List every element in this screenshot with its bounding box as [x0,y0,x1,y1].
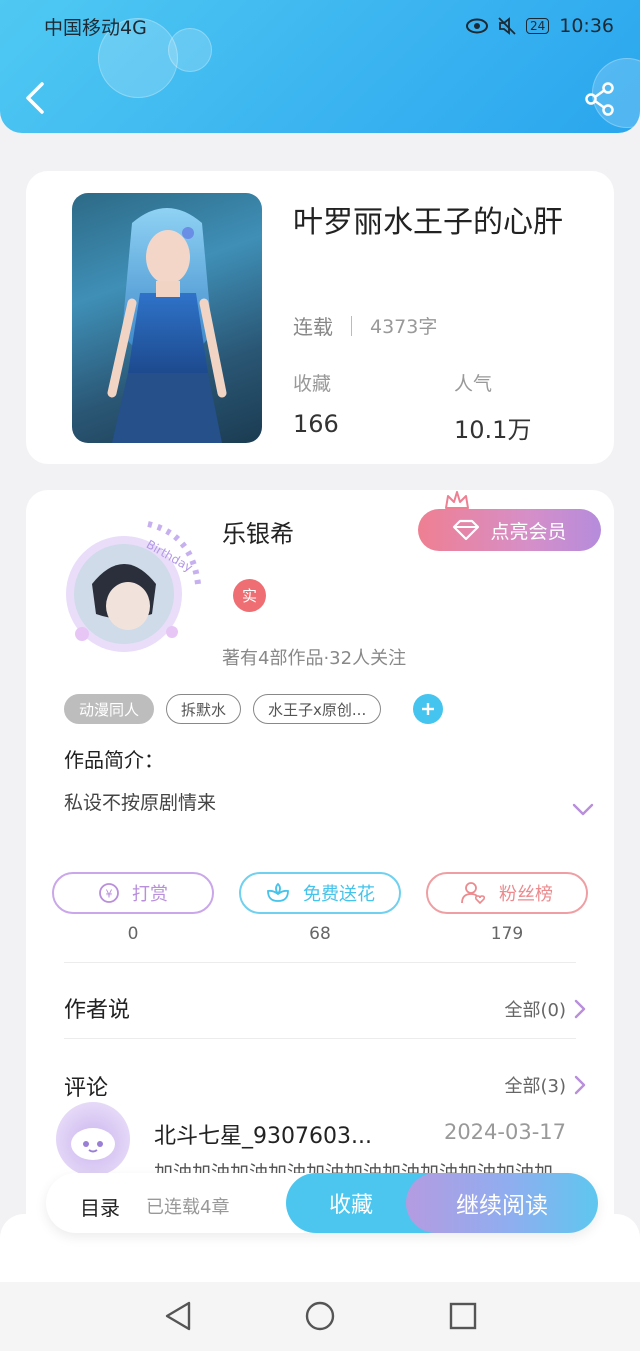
word-count: 4373字 [370,316,438,338]
book-cover[interactable] [72,193,262,443]
tag-item[interactable]: 动漫同人 [64,694,155,724]
nav-back-icon[interactable] [164,1300,192,1332]
nav-home-icon[interactable] [305,1300,335,1332]
author-avatar[interactable]: Birthday [52,514,202,664]
chevron-down-icon [572,803,594,816]
share-button[interactable] [584,82,616,116]
cartoon-avatar-icon [71,1128,115,1160]
comment-avatar[interactable] [56,1102,130,1176]
book-info-card: 叶罗丽水王子的心肝 连载 4373字 收藏 166 人气 10.1万 [26,171,614,464]
expand-intro-button[interactable] [572,802,594,821]
comments-all-label: 全部(3) [504,1076,567,1097]
comment-username[interactable]: 北斗七星_9307603... [154,1118,372,1150]
plus-icon [422,703,435,715]
tip-action: ¥ 打赏 0 [52,872,214,944]
nav-recents-icon[interactable] [449,1300,477,1332]
fans-count: 179 [490,924,524,944]
share-icon [585,82,614,116]
status-bar: 中国移动4G 24 10:36 [44,12,614,40]
popularity-label: 人气 [454,373,493,395]
back-button[interactable] [22,80,50,116]
popularity-stat: 人气 10.1万 [454,369,531,445]
tip-button[interactable]: ¥ 打赏 [52,872,214,914]
comments-title: 评论 [64,1076,109,1101]
mute-icon [498,17,516,35]
divider [64,1038,576,1039]
comments-all-link[interactable]: 全部(3) [505,1072,587,1098]
comment-date: 2024-03-17 [443,1120,566,1144]
verified-badge: 实 [233,579,266,612]
flower-action: 免费送花 68 [239,872,401,944]
crown-icon [445,491,469,509]
book-meta: 连载 4373字 [293,311,437,340]
book-status: 连载 [293,315,333,339]
free-flower-label: 免费送花 [303,884,375,905]
free-flower-button[interactable]: 免费送花 [239,872,401,914]
tag-item[interactable]: 拆默水 [166,694,242,724]
user-heart-icon [461,882,486,905]
toc-button[interactable]: 目录 [80,1192,120,1221]
author-stats: 著有4部作品·32人关注 [222,648,407,669]
svg-text:¥: ¥ [106,888,113,901]
chevron-left-icon [26,82,44,114]
carrier-label: 中国移动4G [44,16,147,39]
tag-list: 动漫同人 拆默水 水王子x原创... [64,694,444,724]
favorites-stat: 收藏 166 [293,369,339,438]
tip-count: 0 [127,924,139,944]
avatar-frame: Birthday [66,521,201,652]
chevron-right-icon [574,999,586,1019]
intro-label: 作品简介： [64,748,164,772]
header: 中国移动4G 24 10:36 [0,0,640,133]
meta-divider [351,315,352,336]
cover-illustration [107,208,227,443]
fan-rank-label: 粉丝榜 [499,884,553,905]
author-says-all-label: 全部(0) [504,1000,567,1021]
author-card: Birthday 乐银希 点亮会员 实 著有4部作品·32人关注 动漫同人 拆默… [26,490,614,1290]
tip-label: 打赏 [132,884,168,905]
fan-rank-button[interactable]: 粉丝榜 [426,872,588,914]
diamond-icon [453,519,480,541]
eye-icon [465,18,488,34]
yen-coin-icon: ¥ [99,883,119,903]
serial-chapters-label: 已连载4章 [146,1197,230,1218]
favorites-label: 收藏 [293,373,332,395]
tag-item[interactable]: 水王子x原创... [253,694,382,724]
vip-label: 点亮会员 [490,520,567,543]
flower-icon [267,882,289,902]
author-says-title: 作者说 [64,998,131,1023]
vip-button[interactable]: 点亮会员 [418,509,601,551]
chevron-right-icon [574,1075,586,1095]
continue-reading-button[interactable]: 继续阅读 [406,1173,598,1233]
favorites-value: 166 [293,410,339,438]
popularity-value: 10.1万 [454,416,532,444]
intro-text: 私设不按原剧情来 [64,792,217,814]
system-nav-bar [0,1282,640,1351]
author-name[interactable]: 乐银希 [222,514,294,549]
author-says-all-link[interactable]: 全部(0) [505,996,587,1022]
battery-indicator: 24 [525,18,550,34]
flower-count: 68 [309,924,331,944]
action-row: ¥ 打赏 0 免费送花 68 粉丝榜 179 [52,872,588,944]
add-tag-button[interactable] [413,694,444,724]
divider [64,962,576,963]
fans-action: 粉丝榜 179 [426,872,588,944]
time-label: 10:36 [559,15,614,37]
book-title: 叶罗丽水王子的心肝 [293,205,563,240]
